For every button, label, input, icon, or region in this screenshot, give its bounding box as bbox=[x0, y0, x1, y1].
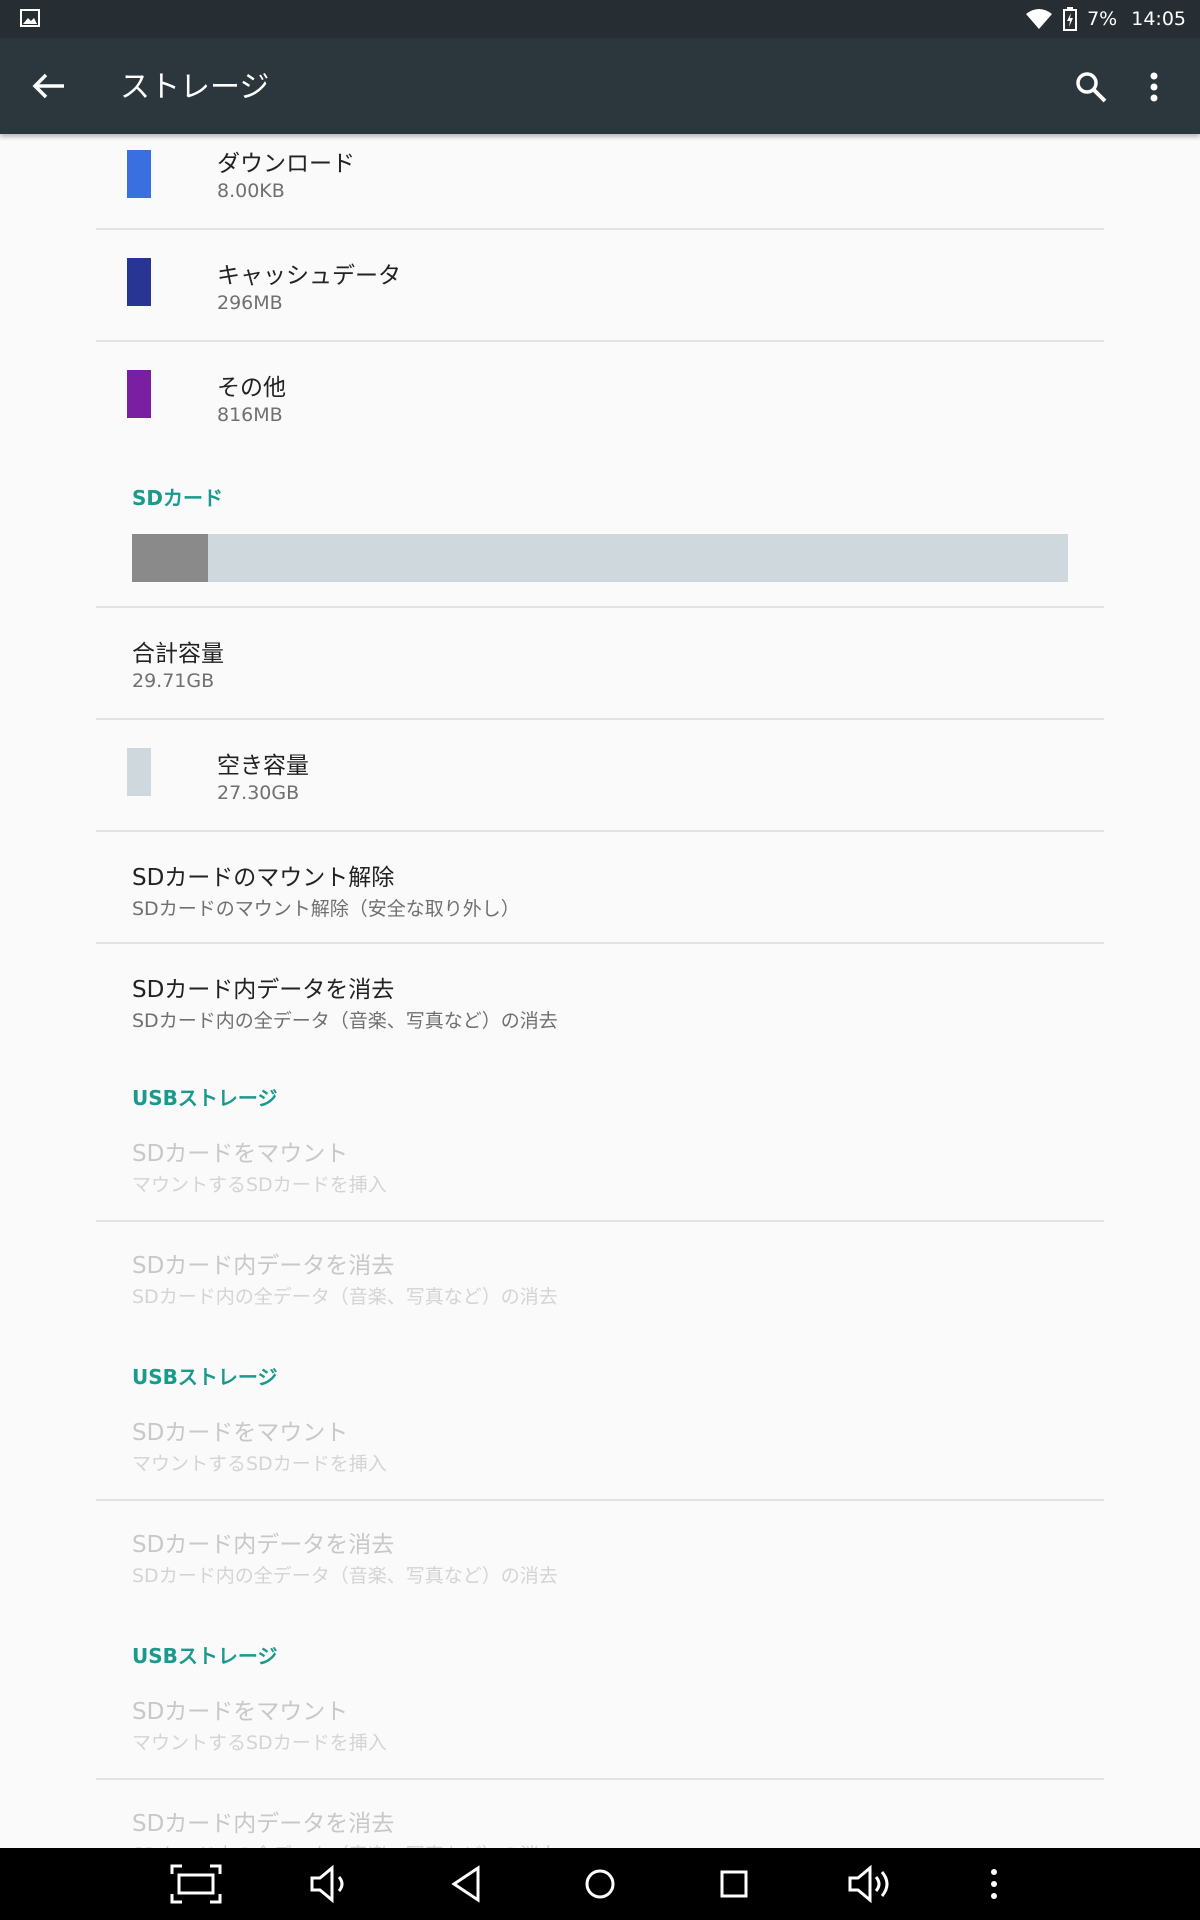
gallery-notification-icon bbox=[20, 9, 40, 27]
total-capacity-value: 29.71GB bbox=[132, 670, 215, 692]
status-bar: 7% 14:05 bbox=[0, 0, 1200, 38]
navigation-bar bbox=[0, 1848, 1200, 1920]
free-space-value: 27.30GB bbox=[217, 782, 300, 804]
erase-usb-title: SDカード内データを消去 bbox=[132, 1253, 395, 1279]
battery-charging-icon bbox=[1063, 7, 1078, 31]
clock: 14:05 bbox=[1131, 8, 1186, 30]
erase-usb-data-button: SDカード内データを消去 SDカード内の全データ（音楽、写真など）の消去 bbox=[0, 1222, 1200, 1332]
erase-usb-data-button: SDカード内データを消去 SDカード内の全データ（音楽、写真など）の消去 bbox=[0, 1780, 1200, 1848]
usb-storage-section-header: USBストレージ bbox=[132, 1365, 278, 1389]
other-title: その他 bbox=[217, 375, 286, 401]
wifi-icon bbox=[1026, 9, 1053, 29]
unmount-sd-card-button[interactable]: SDカードのマウント解除 SDカードのマウント解除（安全な取り外し） bbox=[0, 832, 1200, 942]
back-triangle-icon[interactable] bbox=[444, 1864, 488, 1904]
volume-up-icon[interactable] bbox=[846, 1864, 894, 1904]
erase-sd-subtitle: SDカード内の全データ（音楽、写真など）の消去 bbox=[132, 1010, 558, 1032]
recents-square-icon[interactable] bbox=[712, 1864, 756, 1904]
search-icon[interactable] bbox=[1074, 70, 1108, 104]
erase-sd-title: SDカード内データを消去 bbox=[132, 977, 395, 1003]
battery-percent: 7% bbox=[1087, 8, 1118, 30]
erase-usb-title: SDカード内データを消去 bbox=[132, 1811, 395, 1837]
sd-card-used-segment bbox=[132, 534, 208, 582]
mount-subtitle: マウントするSDカードを挿入 bbox=[132, 1174, 387, 1196]
mount-title: SDカードをマウント bbox=[132, 1699, 349, 1725]
erase-sd-card-button[interactable]: SDカード内データを消去 SDカード内の全データ（音楽、写真など）の消去 bbox=[0, 944, 1200, 1054]
downloads-size: 8.00KB bbox=[217, 180, 285, 202]
mount-title: SDカードをマウント bbox=[132, 1420, 349, 1446]
sd-card-free-space[interactable]: 空き容量 27.30GB bbox=[0, 720, 1200, 830]
sd-card-usage-bar bbox=[132, 534, 1068, 582]
cache-color-swatch bbox=[127, 258, 151, 306]
storage-item-downloads[interactable]: ダウンロード 8.00KB bbox=[0, 134, 1200, 228]
other-size: 816MB bbox=[217, 404, 283, 426]
free-space-title: 空き容量 bbox=[217, 753, 309, 779]
mount-subtitle: マウントするSDカードを挿入 bbox=[132, 1732, 387, 1754]
erase-usb-data-button: SDカード内データを消去 SDカード内の全データ（音楽、写真など）の消去 bbox=[0, 1501, 1200, 1611]
erase-usb-title: SDカード内データを消去 bbox=[132, 1532, 395, 1558]
free-space-color-swatch bbox=[127, 748, 151, 796]
usb-storage-section-header: USBストレージ bbox=[132, 1086, 278, 1110]
back-arrow-icon[interactable] bbox=[30, 70, 66, 102]
usb-storage-section-header: USBストレージ bbox=[132, 1644, 278, 1668]
downloads-title: ダウンロード bbox=[217, 151, 355, 177]
screenshot-icon[interactable] bbox=[170, 1864, 222, 1904]
total-capacity-title: 合計容量 bbox=[132, 641, 224, 667]
storage-item-cache[interactable]: キャッシュデータ 296MB bbox=[0, 230, 1200, 340]
cache-title: キャッシュデータ bbox=[217, 263, 401, 289]
other-color-swatch bbox=[127, 370, 151, 418]
mount-sd-card-button: SDカードをマウント マウントするSDカードを挿入 bbox=[0, 1678, 1200, 1788]
sd-card-section-header: SDカード bbox=[132, 486, 224, 510]
unmount-title: SDカードのマウント解除 bbox=[132, 865, 395, 891]
storage-item-other[interactable]: その他 816MB bbox=[0, 342, 1200, 452]
cache-size: 296MB bbox=[217, 292, 283, 314]
mount-subtitle: マウントするSDカードを挿入 bbox=[132, 1453, 387, 1475]
mount-sd-card-button: SDカードをマウント マウントするSDカードを挿入 bbox=[0, 1120, 1200, 1230]
mount-sd-card-button: SDカードをマウント マウントするSDカードを挿入 bbox=[0, 1399, 1200, 1509]
mount-title: SDカードをマウント bbox=[132, 1141, 349, 1167]
volume-down-icon[interactable] bbox=[308, 1864, 352, 1904]
unmount-subtitle: SDカードのマウント解除（安全な取り外し） bbox=[132, 898, 520, 920]
erase-usb-subtitle: SDカード内の全データ（音楽、写真など）の消去 bbox=[132, 1286, 558, 1308]
sd-card-total-capacity: 合計容量 29.71GB bbox=[0, 608, 1200, 718]
page-title: ストレージ bbox=[120, 70, 270, 105]
more-vertical-icon[interactable] bbox=[982, 1864, 1006, 1904]
overflow-menu-icon[interactable] bbox=[1142, 68, 1166, 106]
home-circle-icon[interactable] bbox=[578, 1864, 622, 1904]
erase-usb-subtitle: SDカード内の全データ（音楽、写真など）の消去 bbox=[132, 1565, 558, 1587]
erase-usb-subtitle: SDカード内の全データ（音楽、写真など）の消去 bbox=[132, 1840, 558, 1848]
downloads-color-swatch bbox=[127, 150, 151, 198]
storage-settings-list: ダウンロード 8.00KB キャッシュデータ 296MB その他 816MB S… bbox=[0, 134, 1200, 1848]
app-bar: ストレージ bbox=[0, 38, 1200, 134]
